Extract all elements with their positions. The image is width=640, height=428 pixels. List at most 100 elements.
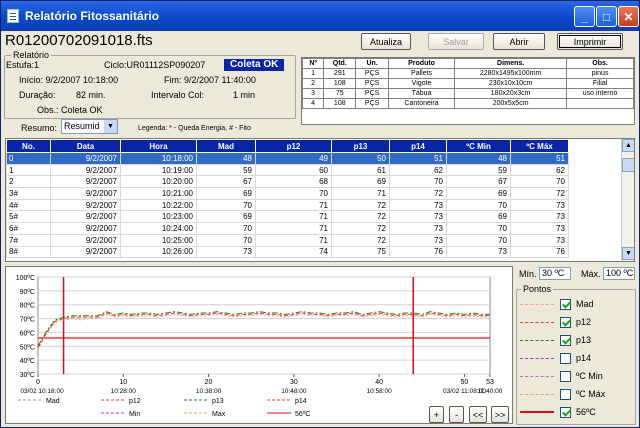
plot-area <box>37 276 491 375</box>
table-cell: 9/2/2007 <box>50 233 121 247</box>
checkbox-icon[interactable] <box>560 298 571 310</box>
products-table: Nº Qtd. Un. Produto Dimens. Obs. 1 291 PÇS Palle… <box>302 58 634 109</box>
table-cell: 70 <box>510 175 569 189</box>
table-cell: 70 <box>255 187 332 200</box>
checkbox-icon[interactable] <box>560 406 571 418</box>
table-row[interactable]: 3# 9/2/2007 10:21:00 69 70 71 72 69 72 <box>6 187 569 200</box>
ponto-item[interactable]: p13 <box>520 333 591 347</box>
ponto-item[interactable]: 56ºC <box>520 405 596 419</box>
column-header[interactable]: p12 <box>255 139 332 153</box>
table-cell: 71 <box>255 222 332 235</box>
close-button[interactable]: ✕ <box>618 6 639 27</box>
column-header[interactable]: Mad <box>196 139 256 153</box>
product-cell: Pallets <box>387 68 456 79</box>
table-row[interactable]: 8# 9/2/2007 10:26:00 73 74 75 76 73 76 <box>6 245 569 259</box>
file-name: R01200702091018.fts <box>5 32 153 49</box>
table-cell: 75 <box>331 245 390 259</box>
ponto-item[interactable]: ºC Máx <box>520 387 605 401</box>
product-cell: 200x5x5cm <box>454 98 568 109</box>
table-cell: 1 <box>6 163 51 177</box>
inicio-label: Início: 9/2/2007 10:18:00 <box>19 75 119 85</box>
products-header: Un. <box>355 58 389 69</box>
scroll-down-icon[interactable]: ▼ <box>622 247 634 260</box>
temperature-chart: 100ºC 90ºC 80ºC 70ºC 60ºC 50ºC 40ºC 30ºC 0 03/02 … <box>5 266 513 424</box>
table-cell: 70 <box>446 198 511 212</box>
abrir-button[interactable]: Abrir <box>493 33 545 50</box>
column-header[interactable]: ºC Min <box>446 139 511 153</box>
grid-scrollbar[interactable]: ▲ ▼ <box>621 139 634 261</box>
column-header[interactable]: p13 <box>331 139 390 153</box>
series-swatch <box>520 357 554 359</box>
chevron-down-icon[interactable]: ▼ <box>104 120 117 133</box>
table-cell: 10:23:00 <box>120 210 197 224</box>
checkbox-icon[interactable] <box>560 388 571 400</box>
y-tick-label: 60ºC <box>20 330 35 337</box>
column-header[interactable]: p14 <box>389 139 447 153</box>
previous-button[interactable]: << <box>469 406 487 423</box>
column-header[interactable]: No. <box>6 139 51 153</box>
ponto-item[interactable]: p14 <box>520 351 591 365</box>
ponto-label: p12 <box>576 317 592 327</box>
table-cell: 8# <box>6 245 51 259</box>
table-cell: 3# <box>6 187 51 200</box>
column-header[interactable]: Hora <box>120 139 197 153</box>
intervalo-value: 1 min <box>233 90 256 100</box>
series-swatch <box>520 375 554 377</box>
table-row[interactable]: 5# 9/2/2007 10:23:00 69 71 72 73 69 73 <box>6 210 569 224</box>
atualiza-button[interactable]: Atualiza <box>361 33 411 50</box>
table-cell: 10:20:00 <box>120 175 197 189</box>
product-cell: 4 <box>302 98 325 109</box>
table-cell: 71 <box>255 210 332 224</box>
products-header: Produto <box>387 58 456 69</box>
minimize-button[interactable]: _ <box>574 6 595 27</box>
ponto-label: p14 <box>576 353 592 363</box>
table-cell: 70 <box>196 222 256 235</box>
table-cell: 51 <box>510 152 569 165</box>
checkbox-icon[interactable] <box>560 334 571 346</box>
scroll-up-icon[interactable]: ▲ <box>622 139 634 152</box>
table-cell: 69 <box>196 210 256 224</box>
table-cell: 73 <box>446 245 511 259</box>
table-cell: 4# <box>6 198 51 212</box>
table-row[interactable]: 2 9/2/2007 10:20:00 67 68 69 70 67 70 <box>6 175 569 189</box>
table-cell: 9/2/2007 <box>50 152 121 165</box>
column-header[interactable]: Data <box>50 139 121 153</box>
checkbox-icon[interactable] <box>560 370 571 382</box>
product-cell: 180x20x3cm <box>454 88 568 99</box>
next-button[interactable]: >> <box>491 406 509 423</box>
table-row[interactable]: 0 9/2/2007 10:18:00 48 49 50 51 48 51 <box>6 152 569 165</box>
table-row[interactable]: 1 9/2/2007 10:19:00 59 60 61 62 59 62 <box>6 163 569 177</box>
relatorio-group-label: Relatório <box>11 50 52 60</box>
product-cell: Vigote <box>387 78 456 89</box>
ponto-item[interactable]: ºC Min <box>520 369 603 383</box>
table-row[interactable]: 4# 9/2/2007 10:22:00 70 71 72 73 70 73 <box>6 198 569 212</box>
checkbox-icon[interactable] <box>560 316 571 328</box>
scroll-thumb[interactable] <box>622 158 634 172</box>
product-cell: PÇS <box>355 78 389 89</box>
salvar-button[interactable]: Salvar <box>428 33 484 50</box>
table-cell: 73 <box>510 198 569 212</box>
zoom-out-button[interactable]: - <box>449 406 464 423</box>
table-cell: 59 <box>196 163 256 177</box>
checkbox-icon[interactable] <box>560 352 571 364</box>
table-row[interactable]: 6# 9/2/2007 10:24:00 70 71 72 73 70 73 <box>6 222 569 235</box>
table-cell: 62 <box>510 163 569 177</box>
zoom-in-button[interactable]: + <box>429 406 444 423</box>
maximize-button[interactable]: □ <box>596 6 617 27</box>
readings-grid[interactable]: No. Data Hora Mad p12 p13 p14 ºC Min ºC Máx 0 9/2… <box>5 138 635 262</box>
legend-label: Max <box>212 411 226 418</box>
ponto-item[interactable]: Mad <box>520 297 594 311</box>
ponto-label: p13 <box>576 335 592 345</box>
column-header[interactable]: ºC Máx <box>510 139 569 153</box>
max-input[interactable]: 100 ºC <box>603 267 635 280</box>
ponto-label: ºC Min <box>576 371 603 381</box>
legend-label: Min <box>129 411 140 418</box>
resumo-select[interactable]: Resumid ▼ <box>61 119 118 134</box>
table-cell: 70 <box>196 233 256 247</box>
table-cell: 59 <box>446 163 511 177</box>
table-cell: 10:24:00 <box>120 222 197 235</box>
min-input[interactable]: 30 ºC <box>539 267 571 280</box>
table-row[interactable]: 7# 9/2/2007 10:25:00 70 71 72 73 70 73 <box>6 233 569 247</box>
imprimir-button[interactable]: Imprimir <box>557 33 623 50</box>
ponto-item[interactable]: p12 <box>520 315 591 329</box>
